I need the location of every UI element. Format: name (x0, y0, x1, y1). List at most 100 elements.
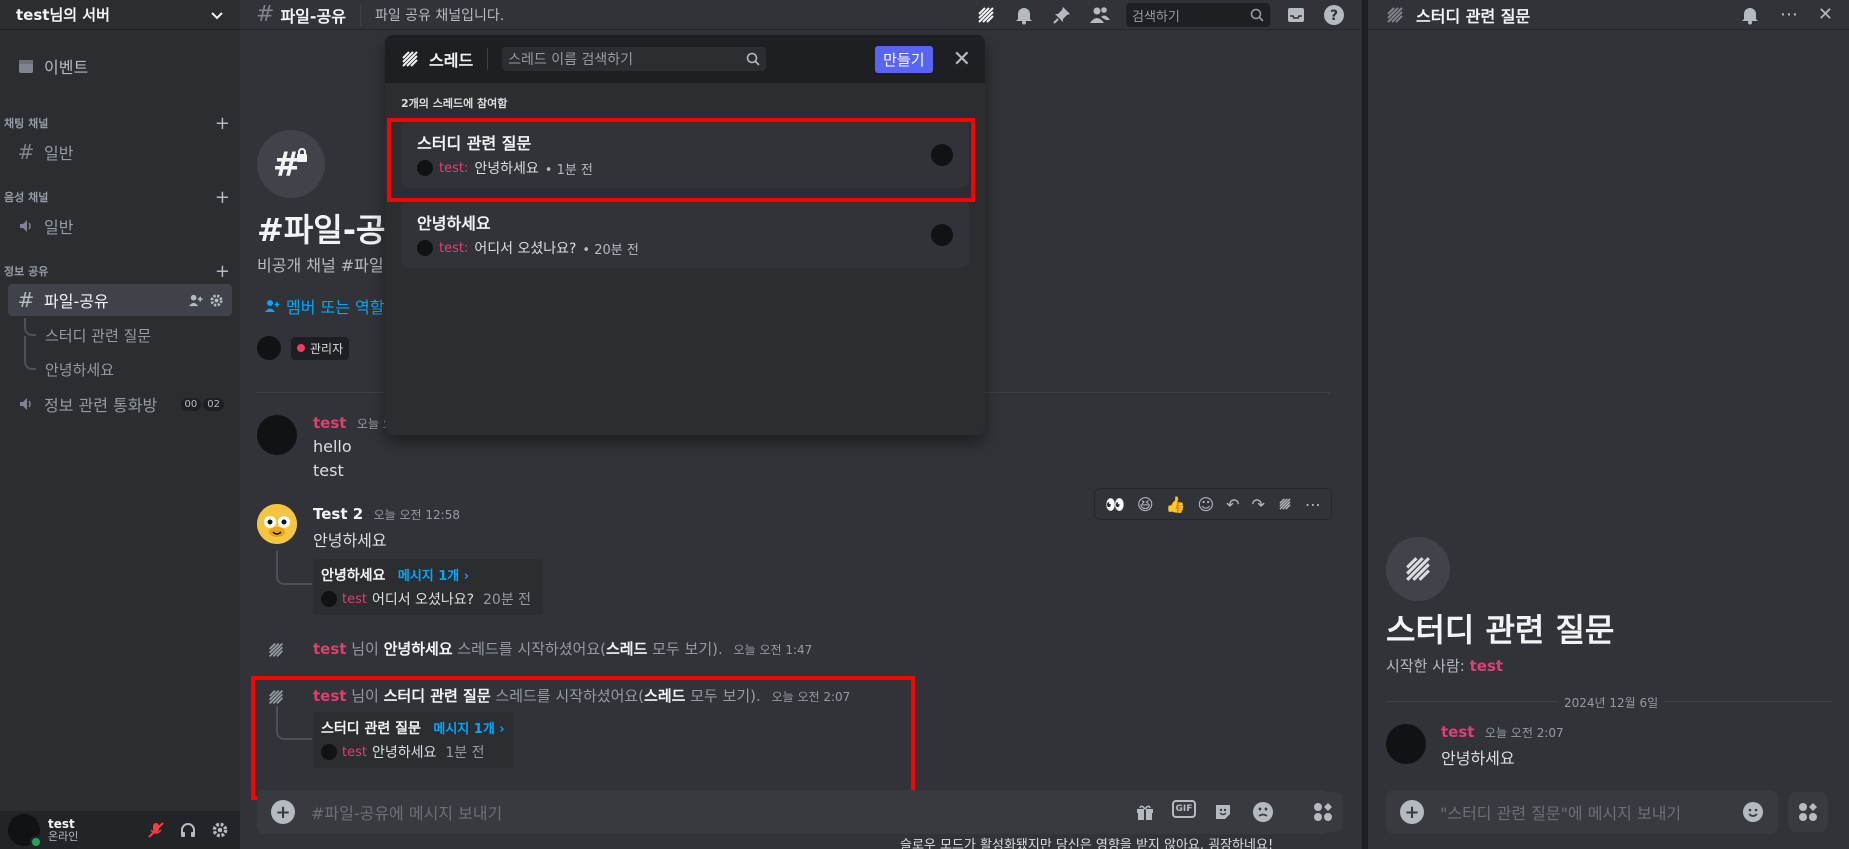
message-author[interactable]: test (1441, 723, 1474, 741)
pin-icon[interactable] (1050, 3, 1074, 27)
thread-welcome-icon (1386, 537, 1450, 601)
category-voice[interactable]: 음성 채널 + (4, 187, 230, 208)
thread-list-title: 안녕하세요 (417, 214, 491, 233)
attach-plus-icon[interactable]: + (271, 800, 295, 824)
sticker-icon[interactable] (1210, 800, 1236, 824)
emoji-icon[interactable] (1742, 801, 1764, 823)
channel-topic[interactable]: 파일 공유 채널입니다. (375, 5, 504, 25)
help-icon[interactable]: ? (1322, 3, 1346, 27)
thread-search-input[interactable]: 스레드 이름 검색하기 (502, 47, 767, 71)
message-time: 오늘 오전 12:58 (373, 508, 460, 522)
mic-muted-icon[interactable] (144, 818, 168, 842)
system-text: 모두 보기). (647, 640, 723, 658)
inbox-icon[interactable] (1284, 3, 1308, 27)
threads-popout: 스레드 스레드 이름 검색하기 만들기 ✕ 2개의 스레드에 참여함 스터디 관… (385, 35, 985, 435)
gif-icon[interactable]: GIF (1172, 800, 1196, 818)
thread-message-count-link[interactable]: 메시지 1개 › (398, 569, 469, 584)
add-channel-icon[interactable]: + (215, 113, 230, 134)
sidebar-thread-study[interactable]: 스터디 관련 질문 (30, 320, 230, 350)
add-reaction-icon[interactable]: ☺ (1197, 495, 1214, 514)
server-header[interactable]: test님의 서버 (0, 0, 240, 30)
more-options-icon[interactable]: ⋯ (1780, 4, 1798, 25)
forward-icon[interactable]: ↷ (1252, 495, 1265, 514)
apps-launcher-button[interactable] (1788, 792, 1828, 832)
add-channel-icon[interactable]: + (215, 261, 230, 282)
message-author[interactable]: Test 2 (313, 505, 363, 523)
message-input-placeholder: #파일-공유에 메시지 보내기 (311, 804, 503, 823)
channel-welcome-icon: # (257, 130, 325, 198)
search-input[interactable]: 검색하기 (1126, 3, 1270, 27)
see-all-threads-link[interactable]: 스레드 (606, 640, 647, 658)
bell-icon[interactable] (1740, 5, 1760, 25)
sidebar-thread-hello[interactable]: 안녕하세요 (30, 354, 230, 384)
sidebar-thread-label: 안녕하세요 (45, 360, 115, 379)
laugh-emoji-reaction[interactable]: 😆 (1137, 495, 1154, 514)
category-info[interactable]: 정보 공유 + (4, 261, 230, 282)
close-icon[interactable]: ✕ (1818, 4, 1833, 25)
gear-icon[interactable] (209, 293, 224, 308)
members-icon[interactable] (1088, 3, 1112, 27)
sidebar-item-general-text[interactable]: # 일반 (8, 136, 232, 168)
message-time: 오늘 오전 1:47 (733, 643, 813, 657)
count-badge: 02 (203, 397, 224, 411)
sidebar-item-label: 정보 관련 통화방 (44, 396, 158, 415)
count-badge: 00 (180, 397, 202, 411)
highlight-box-system-message (251, 676, 915, 800)
thread-list-preview: 어디서 오셨나요? (474, 241, 577, 257)
thumbs-up-reaction[interactable]: 👍 (1166, 495, 1186, 514)
threads-icon[interactable] (974, 3, 998, 27)
category-label: 음성 채널 (4, 191, 49, 204)
sidebar-item-general-voice[interactable]: 일반 (8, 210, 232, 242)
sidebar-item-file-share[interactable]: # 파일-공유 (8, 284, 232, 316)
add-channel-icon[interactable]: + (215, 187, 230, 208)
message-time: 오늘 오전 2:07 (1484, 726, 1564, 740)
headphones-icon[interactable] (176, 818, 200, 842)
user-name: test (48, 817, 75, 831)
system-thread-name[interactable]: 안녕하세요 (384, 640, 453, 658)
role-chip[interactable]: 관리자 (291, 336, 350, 360)
thread-message-composer[interactable]: + "스터디 관련 질문"에 메시지 보내기 (1386, 790, 1778, 834)
add-members-label: 멤버 또는 역할 (286, 298, 385, 317)
message-header: Test 2 오늘 오전 12:58 (313, 505, 460, 523)
gift-icon[interactable] (1132, 800, 1158, 824)
message-author[interactable]: test (313, 414, 346, 432)
attach-plus-icon[interactable]: + (1400, 800, 1424, 824)
thread-tree-line (276, 551, 312, 585)
avatar[interactable] (257, 336, 281, 360)
close-icon[interactable]: ✕ (953, 47, 971, 72)
add-members-button[interactable]: 멤버 또는 역할 (264, 294, 385, 318)
thread-create-icon[interactable] (1277, 496, 1293, 512)
highlight-box-thread-item (387, 118, 975, 202)
bell-icon[interactable] (1012, 3, 1036, 27)
avatar (417, 240, 433, 256)
avatar[interactable] (257, 415, 297, 455)
apps-launcher-button[interactable] (1303, 792, 1343, 832)
eyes-emoji-reaction[interactable]: 👀 (1105, 495, 1125, 514)
more-options-icon[interactable]: ⋯ (1305, 495, 1321, 514)
thread-preview-time: 20분 전 (483, 592, 532, 608)
sidebar-item-label: 일반 (44, 218, 74, 237)
thread-panel: 스터디 관련 질문 ⋯ ✕ 스터디 관련 질문 시작한 사람: test 202… (1368, 0, 1849, 849)
create-thread-button[interactable]: 만들기 (875, 45, 933, 73)
avatar-jake[interactable] (257, 504, 297, 544)
emoji-icon[interactable] (1250, 800, 1276, 824)
thread-start-icon (266, 640, 286, 660)
reply-icon[interactable]: ↶ (1226, 495, 1239, 514)
thread-list-item[interactable]: 안녕하세요 test: 어디서 오셨나요? • 20분 전 (401, 200, 969, 268)
system-text: 님이 (346, 640, 384, 658)
sidebar-item-info-voice[interactable]: 정보 관련 통화방 00 02 (8, 388, 232, 420)
thread-preview-card[interactable]: 안녕하세요 메시지 1개 › test 어디서 오셨나요? 20분 전 (313, 559, 543, 615)
sidebar-events[interactable]: 이벤트 (8, 50, 232, 82)
category-label: 정보 공유 (4, 265, 49, 278)
category-chat[interactable]: 채팅 채널 + (4, 113, 230, 134)
avatar[interactable] (8, 814, 42, 848)
system-author[interactable]: test (313, 640, 346, 658)
hash-lock-icon: # (17, 288, 35, 312)
speaker-icon (16, 394, 36, 414)
calendar-icon (16, 56, 36, 76)
avatar[interactable] (1386, 724, 1426, 764)
invite-icon[interactable] (188, 293, 203, 308)
started-by-user[interactable]: test (1470, 657, 1503, 675)
user-settings-gear-icon[interactable] (208, 818, 232, 842)
message-composer[interactable]: + #파일-공유에 메시지 보내기 GIF (257, 790, 1330, 834)
